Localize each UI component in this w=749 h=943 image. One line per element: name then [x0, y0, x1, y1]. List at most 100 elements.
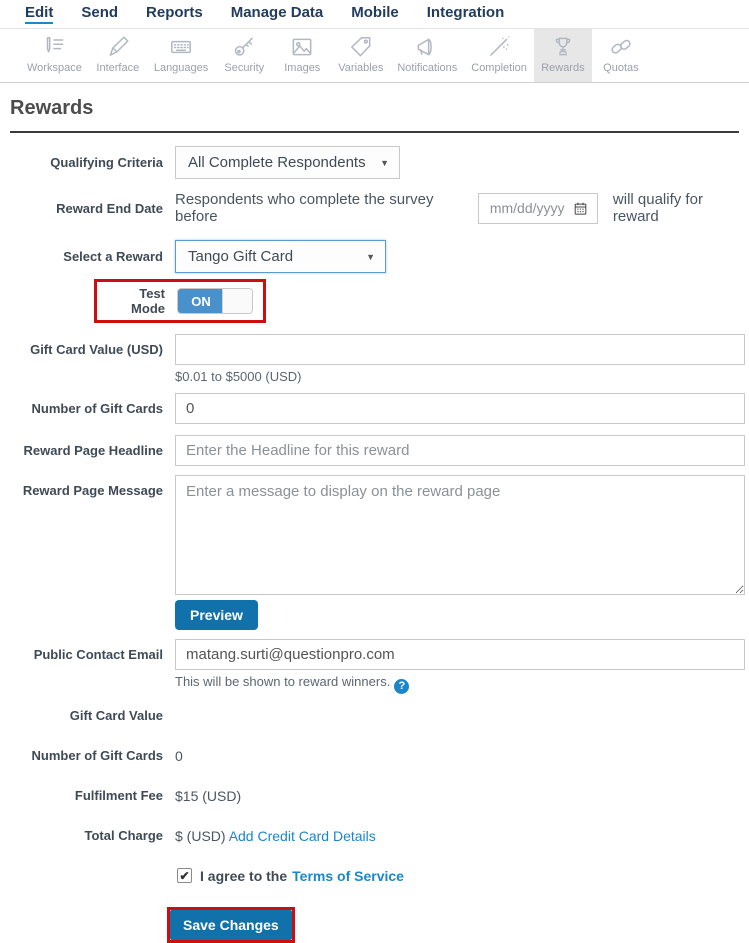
nav-item-manage-data[interactable]: Manage Data — [231, 5, 324, 24]
preview-button[interactable]: Preview — [175, 600, 258, 630]
total-charge-amount: $ (USD) — [175, 827, 226, 844]
select-reward-select[interactable]: Tango Gift Card ▼ — [175, 240, 386, 273]
completion-icon — [490, 36, 510, 56]
gift-card-value-label: Gift Card Value (USD) — [30, 342, 163, 357]
reward-end-date-label: Reward End Date — [56, 200, 163, 216]
end-date-suffix-text: will qualify for reward — [612, 191, 703, 225]
qualifying-criteria-select[interactable]: All Complete Respondents ▼ — [175, 146, 400, 179]
gift-card-value-helper: $0.01 to $5000 (USD) — [175, 369, 302, 384]
nav-item-edit[interactable]: Edit — [25, 5, 54, 24]
summary-number-of-gift-cards-value: 0 — [175, 747, 183, 764]
page-title: Rewards — [10, 97, 94, 119]
toolbar-item-images[interactable]: Images — [273, 29, 331, 82]
chevron-down-icon: ▼ — [380, 157, 389, 168]
toolbar-item-label: Variables — [338, 62, 384, 74]
summary-fulfilment-fee-value: $15 (USD) — [175, 787, 242, 804]
toolbar-item-label: Interface — [96, 62, 140, 74]
reward-page-headline-row: Reward Page Headline — [0, 435, 749, 466]
toolbar-item-notifications[interactable]: Notifications — [390, 29, 464, 82]
gift-card-value-input[interactable] — [175, 334, 745, 365]
summary-fulfilment-fee-row: Fulfilment Fee $15 (USD) — [0, 788, 749, 804]
nav-item-integration[interactable]: Integration — [427, 5, 505, 24]
reward-page-message-textarea[interactable] — [175, 475, 745, 595]
terms-checkbox[interactable]: ✔ — [177, 868, 192, 883]
nav-item-reports[interactable]: Reports — [146, 5, 203, 24]
summary-number-of-gift-cards-row: Number of Gift Cards 0 — [0, 748, 749, 764]
end-date-input[interactable]: mm/dd/yyyy — [477, 192, 598, 224]
calendar-icon[interactable] — [573, 201, 588, 216]
toolbar-item-label: Security — [224, 62, 265, 74]
nav-item-send[interactable]: Send — [81, 5, 118, 24]
number-of-gift-cards-input[interactable] — [175, 393, 745, 424]
qualifying-criteria-value: All Complete Respondents — [188, 154, 366, 171]
select-reward-row: Select a Reward Tango Gift Card ▼ — [0, 240, 749, 273]
toolbar-item-label: Completion — [471, 62, 527, 74]
select-reward-value: Tango Gift Card — [188, 248, 294, 265]
gift-card-value-row: Gift Card Value (USD) $0.01 to $5000 (US… — [0, 334, 749, 384]
toolbar-item-label: Quotas — [603, 62, 639, 74]
number-of-gift-cards-row: Number of Gift Cards — [0, 393, 749, 424]
add-credit-card-link[interactable]: Add Credit Card Details — [229, 828, 376, 844]
end-date-prefix-text: Respondents who complete the survey befo… — [175, 191, 434, 225]
summary-total-charge-label: Total Charge — [84, 827, 164, 843]
summary-gift-card-value-label: Gift Card Value — [69, 707, 163, 723]
summary-number-of-gift-cards-label: Number of Gift Cards — [31, 747, 163, 763]
toolbar-item-label: Workspace — [27, 62, 82, 74]
test-mode-highlight-box: Test Mode ON — [94, 279, 266, 323]
toolbar-item-workspace[interactable]: Workspace — [20, 29, 89, 82]
toolbar-item-quotas[interactable]: Quotas — [592, 29, 650, 82]
settings-toolbar: Workspace Interface Languages Security I… — [0, 29, 749, 83]
terms-of-service-link[interactable]: Terms of Service — [292, 868, 404, 884]
toolbar-item-security[interactable]: Security — [215, 29, 273, 82]
reward-page-message-label: Reward Page Message — [22, 483, 163, 498]
test-mode-row: Test Mode ON — [0, 279, 749, 323]
summary-total-charge-row: Total Charge $ (USD) Add Credit Card Det… — [0, 828, 749, 844]
summary-gift-card-value-row: Gift Card Value — [0, 708, 749, 724]
notifications-icon — [417, 38, 433, 56]
help-icon[interactable]: ? — [394, 678, 410, 694]
qualifying-criteria-row: Qualifying Criteria All Complete Respond… — [0, 146, 749, 179]
summary-fulfilment-fee-label: Fulfilment Fee — [74, 787, 163, 803]
chevron-down-icon: ▼ — [366, 251, 375, 262]
toggle-knob[interactable] — [222, 289, 252, 313]
public-contact-email-helper: This will be shown to reward winners.? — [175, 674, 745, 694]
select-reward-label: Select a Reward — [63, 249, 163, 264]
summary-total-charge-value: $ (USD) Add Credit Card Details — [175, 828, 376, 844]
email-helper-text: This will be shown to reward winners. — [175, 674, 391, 689]
toolbar-item-interface[interactable]: Interface — [89, 29, 147, 82]
save-highlight-box: Save Changes — [167, 906, 295, 943]
toolbar-item-completion[interactable]: Completion — [464, 29, 534, 82]
toolbar-item-languages[interactable]: Languages — [147, 29, 215, 82]
terms-text: I agree to the — [200, 867, 288, 884]
public-contact-email-label: Public Contact Email — [33, 647, 163, 662]
rewards-icon — [555, 37, 571, 56]
toolbar-item-variables[interactable]: Variables — [331, 29, 390, 82]
top-navigation: Edit Send Reports Manage Data Mobile Int… — [0, 0, 749, 29]
nav-item-mobile[interactable]: Mobile — [351, 5, 399, 24]
reward-page-message-row: Reward Page Message — [0, 475, 749, 600]
quotas-icon — [611, 39, 631, 54]
toolbar-item-rewards[interactable]: Rewards — [533, 29, 592, 82]
languages-icon — [171, 40, 192, 54]
public-contact-email-input[interactable] — [175, 639, 745, 670]
rewards-form: Qualifying Criteria All Complete Respond… — [0, 133, 749, 943]
test-mode-toggle[interactable]: ON — [177, 288, 253, 314]
toggle-on-label: ON — [178, 289, 224, 313]
reward-page-headline-input[interactable] — [175, 435, 745, 466]
security-icon — [235, 37, 254, 56]
workspace-icon — [47, 37, 64, 53]
toolbar-item-label: Notifications — [397, 62, 458, 74]
public-contact-email-row: Public Contact Email This will be shown … — [0, 639, 749, 694]
terms-row: ✔ I agree to the Terms of Service — [177, 868, 749, 884]
toolbar-item-label: Languages — [153, 62, 209, 74]
end-date-placeholder: mm/dd/yyyy — [489, 200, 565, 216]
images-icon — [292, 38, 312, 56]
variables-icon — [350, 37, 371, 57]
save-changes-button[interactable]: Save Changes — [170, 909, 292, 940]
interface-icon — [109, 36, 129, 56]
test-mode-label: Test Mode — [131, 286, 165, 316]
reward-end-date-row: Reward End Date Respondents who complete… — [0, 191, 749, 225]
toolbar-item-label: Rewards — [541, 62, 585, 74]
toolbar-item-label: Images — [284, 62, 321, 74]
qualifying-criteria-label: Qualifying Criteria — [50, 155, 163, 170]
